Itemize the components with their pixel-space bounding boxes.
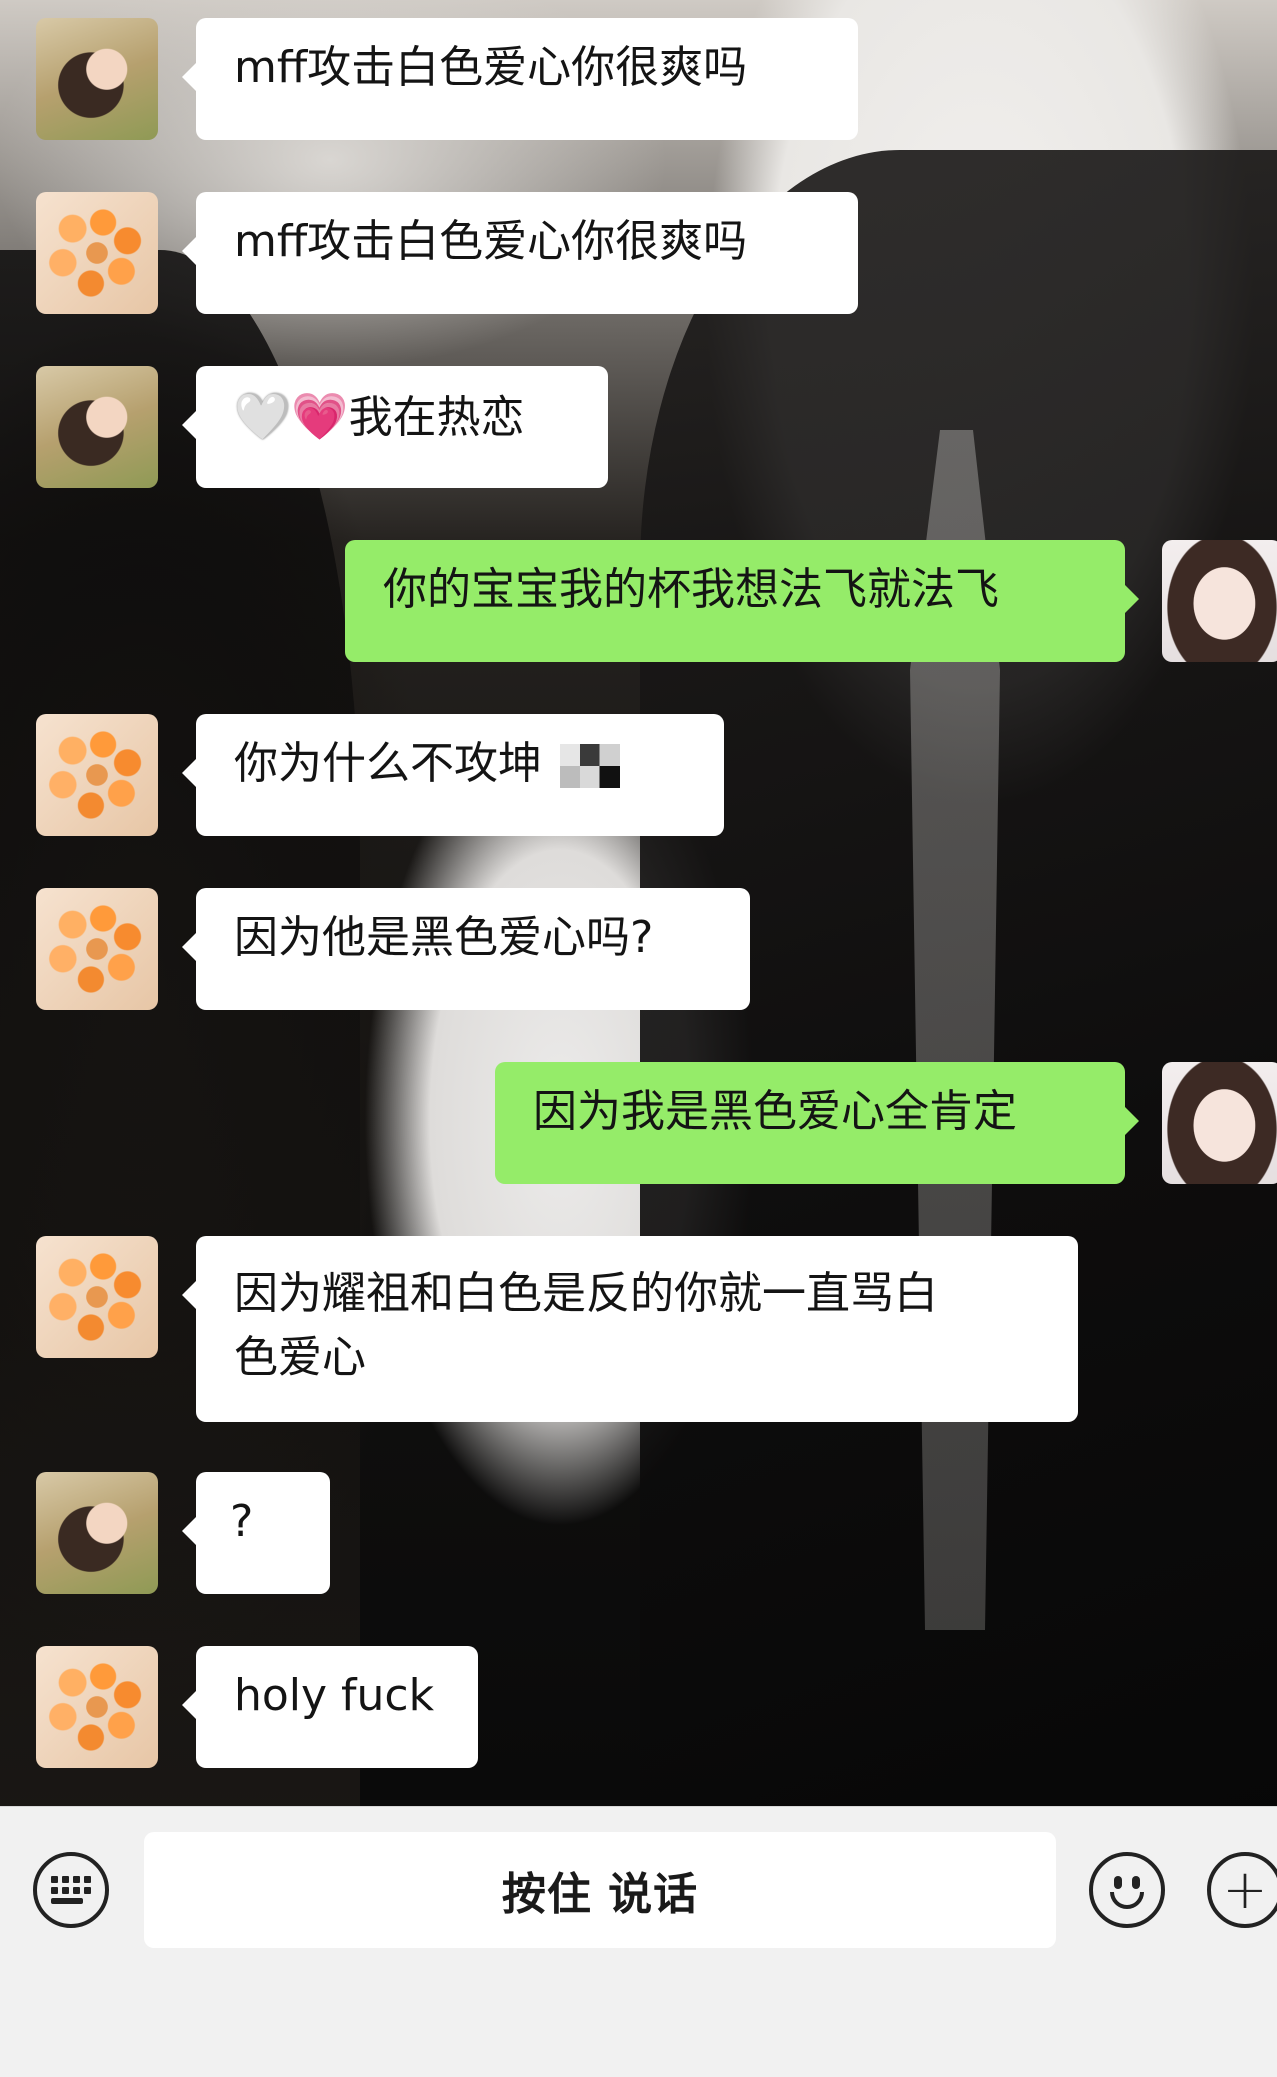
orange-beads-icon[interactable] — [36, 888, 158, 1010]
message-text: mff攻击白色爱心你很爽吗 — [234, 42, 748, 93]
message-bubble[interactable]: 因为我是黑色爱心全肯定 — [495, 1062, 1139, 1184]
message-bubble[interactable]: 你的宝宝我的杯我想法飞就法飞 — [345, 540, 1139, 662]
message-bubble[interactable]: ? — [182, 1472, 330, 1594]
plus-icon[interactable]: + — [1207, 1852, 1277, 1928]
message-text: holy fuck — [234, 1670, 435, 1721]
hold-to-talk-button[interactable]: 按住 说话 — [144, 1832, 1056, 1948]
message-text: 你为什么不攻坤 — [234, 738, 542, 789]
plus-glyph: + — [1222, 1858, 1268, 1921]
message-text: 因为他是黑色爱心吗? — [234, 912, 654, 963]
message-bubble[interactable]: holy fuck — [182, 1646, 478, 1768]
pixelated-emoji-icon — [560, 744, 620, 788]
message-text: 你的宝宝我的杯我想法飞就法飞 — [383, 564, 999, 615]
pink-heart-icon: 💗 — [291, 389, 349, 443]
orange-beads-icon[interactable] — [36, 714, 158, 836]
message-bubble[interactable]: 因为耀祖和白色是反的你就一直骂白 色爱心 — [182, 1236, 1078, 1422]
keyboard-glyph — [51, 1876, 91, 1904]
emoji-icon[interactable] — [1089, 1852, 1165, 1928]
girl-photo-icon[interactable] — [36, 1472, 158, 1594]
girl-photo-icon[interactable] — [36, 366, 158, 488]
orange-beads-icon[interactable] — [36, 192, 158, 314]
smiley-face-glyph — [1097, 1860, 1157, 1920]
message-bubble[interactable]: mff攻击白色爱心你很爽吗 — [182, 192, 858, 314]
message-bubble[interactable]: 🤍💗我在热恋 — [182, 366, 608, 488]
message-text-line: 色爱心 — [234, 1332, 366, 1383]
girl-photo-icon[interactable] — [36, 18, 158, 140]
message-text: ? — [230, 1496, 254, 1547]
message-bubble[interactable]: mff攻击白色爱心你很爽吗 — [182, 18, 858, 140]
message-text-line: 因为耀祖和白色是反的你就一直骂白 — [234, 1268, 938, 1319]
message-text: 因为我是黑色爱心全肯定 — [533, 1086, 1017, 1137]
message-bubble[interactable]: 因为他是黑色爱心吗? — [182, 888, 750, 1010]
white-heart-icon: 🤍 — [234, 389, 292, 443]
keyboard-icon[interactable] — [33, 1852, 109, 1928]
orange-beads-icon[interactable] — [36, 1646, 158, 1768]
message-text: mff攻击白色爱心你很爽吗 — [234, 216, 748, 267]
message-bubble[interactable]: 你为什么不攻坤 — [182, 714, 724, 836]
my-avatar-icon[interactable] — [1162, 540, 1277, 662]
hold-to-talk-label: 按住 说话 — [501, 1869, 699, 1920]
message-text: 我在热恋 — [348, 392, 525, 443]
orange-beads-icon[interactable] — [36, 1236, 158, 1358]
my-avatar-icon[interactable] — [1162, 1062, 1277, 1184]
